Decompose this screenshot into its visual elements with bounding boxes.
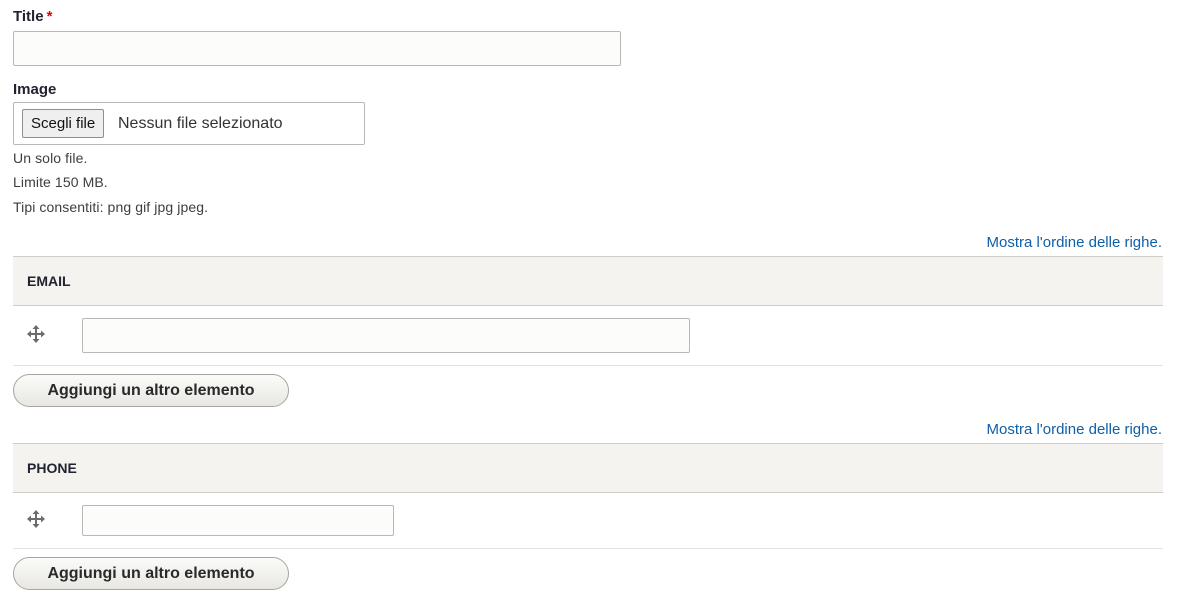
image-label: Image xyxy=(13,81,57,98)
choose-file-button[interactable]: Scegli file xyxy=(22,109,105,138)
title-input[interactable] xyxy=(13,31,621,66)
phone-table-row xyxy=(13,493,1163,549)
email-table-header: EMAIL xyxy=(13,256,1163,306)
move-arrows-icon[interactable] xyxy=(27,510,45,528)
image-description-allowed-types: Tipi consentiti: png gif jpg jpeg. xyxy=(13,199,209,215)
image-description-size-limit: Limite 150 MB. xyxy=(13,174,108,190)
email-input[interactable] xyxy=(82,318,690,353)
image-description-single-file: Un solo file. xyxy=(13,150,88,166)
email-show-row-order-link[interactable]: Mostra l'ordine delle righe. xyxy=(987,234,1162,251)
required-marker: * xyxy=(46,8,53,25)
move-arrows-icon[interactable] xyxy=(27,325,45,343)
phone-header-label: PHONE xyxy=(27,460,77,476)
phone-input[interactable] xyxy=(82,505,394,536)
email-table-row xyxy=(13,306,1163,366)
title-label: Title * xyxy=(13,8,52,25)
no-file-selected-text: Nessun file selezionato xyxy=(118,115,283,132)
email-add-another-item-button[interactable]: Aggiungi un altro elemento xyxy=(13,374,289,407)
phone-table-header: PHONE xyxy=(13,443,1163,493)
phone-add-another-item-button[interactable]: Aggiungi un altro elemento xyxy=(13,557,289,590)
phone-show-row-order-link[interactable]: Mostra l'ordine delle righe. xyxy=(987,421,1162,438)
title-label-text: Title xyxy=(13,8,44,25)
email-header-label: EMAIL xyxy=(27,273,71,289)
image-file-input[interactable]: Scegli file Nessun file selezionato xyxy=(13,102,365,145)
